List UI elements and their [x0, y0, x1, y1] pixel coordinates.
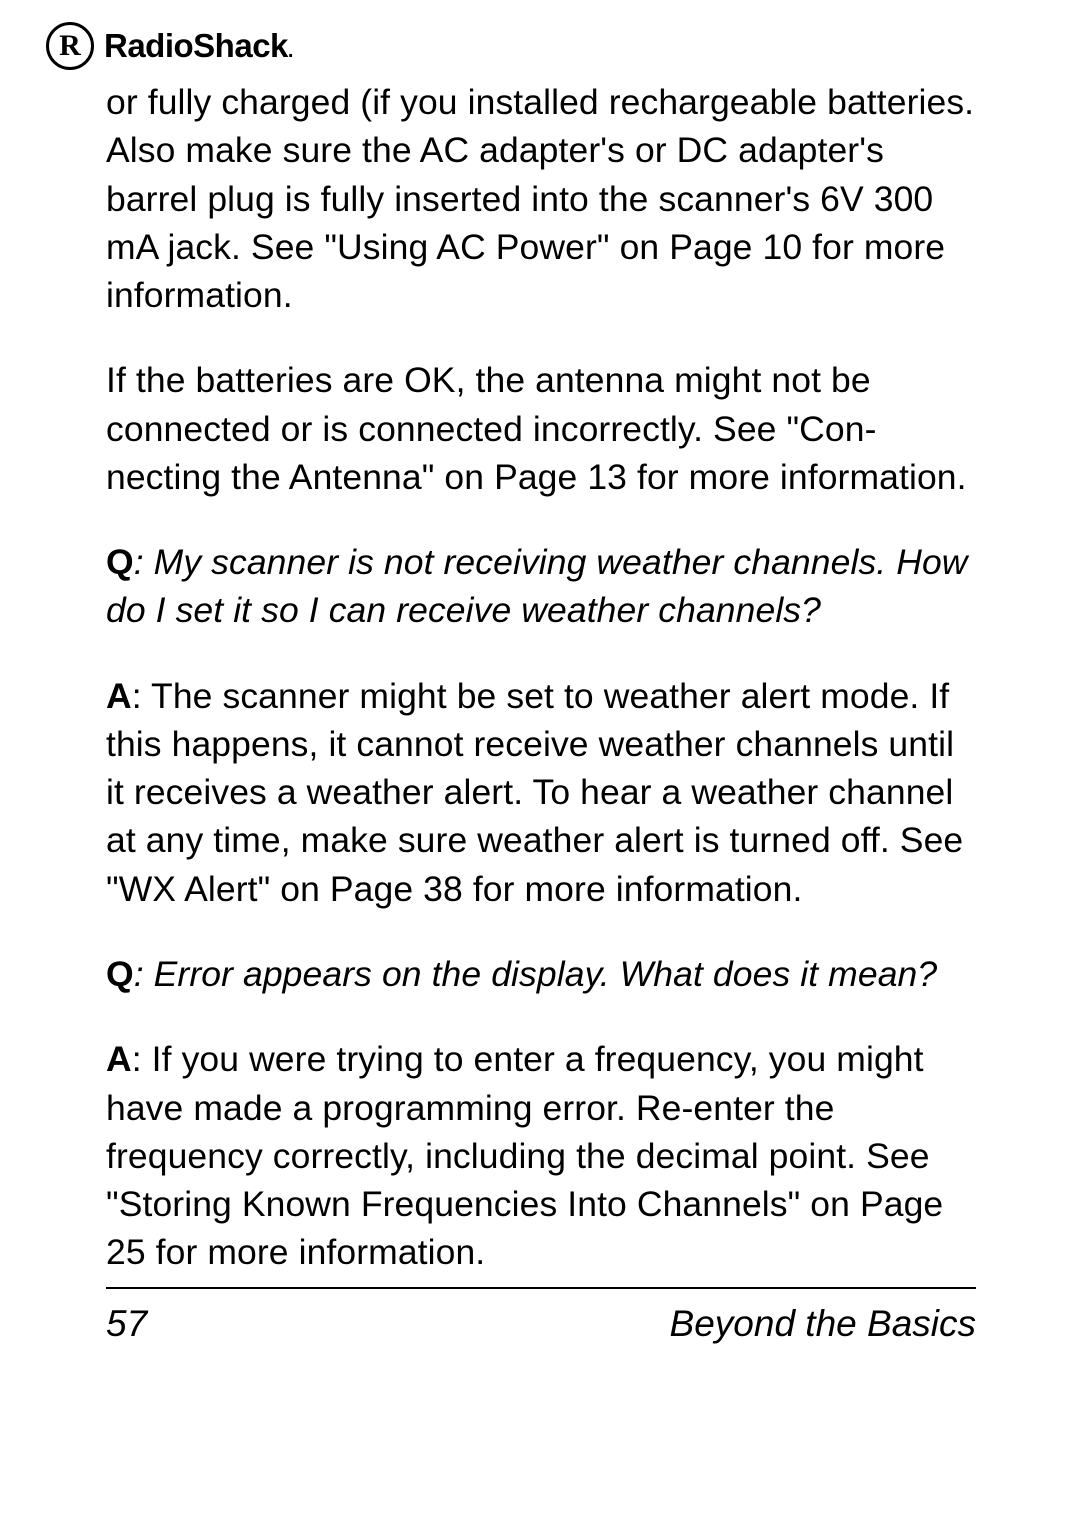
a1-text: : The scanner might be set to weather al…: [106, 676, 963, 909]
q2-label: Q: [106, 954, 134, 994]
footer-divider: [106, 1287, 976, 1289]
q2-text: : Error appears on the display. What doe…: [134, 954, 938, 994]
paragraph-1: or fully charged (if you installed recha…: [106, 78, 976, 319]
paragraph-2: If the batteries are OK, the antenna mig…: [106, 356, 976, 501]
q1-text: : My scanner is not receiving weather ch…: [106, 542, 968, 630]
a2-label: A: [106, 1039, 132, 1079]
brand-name: RadioShack.: [104, 27, 293, 65]
a2-text: : If you were trying to enter a frequenc…: [106, 1039, 943, 1272]
question-2: Q: Error appears on the display. What do…: [106, 950, 976, 998]
body-content: or fully charged (if you installed recha…: [106, 78, 976, 1314]
question-1: Q: My scanner is not receiving weather c…: [106, 538, 976, 635]
page: R RadioShack. or fully charged (if you i…: [0, 0, 1080, 1526]
q1-label: Q: [106, 542, 134, 582]
a1-label: A: [106, 676, 132, 716]
logo-icon: R: [46, 22, 94, 70]
brand-text: RadioShack: [104, 27, 288, 64]
answer-2: A: If you were trying to enter a frequen…: [106, 1035, 976, 1276]
brand-suffix: .: [288, 40, 293, 62]
section-title: Beyond the Basics: [670, 1303, 976, 1345]
header: R RadioShack.: [46, 22, 293, 70]
answer-1: A: The scanner might be set to weather a…: [106, 672, 976, 913]
logo-letter: R: [59, 31, 81, 61]
page-number: 57: [106, 1303, 147, 1345]
